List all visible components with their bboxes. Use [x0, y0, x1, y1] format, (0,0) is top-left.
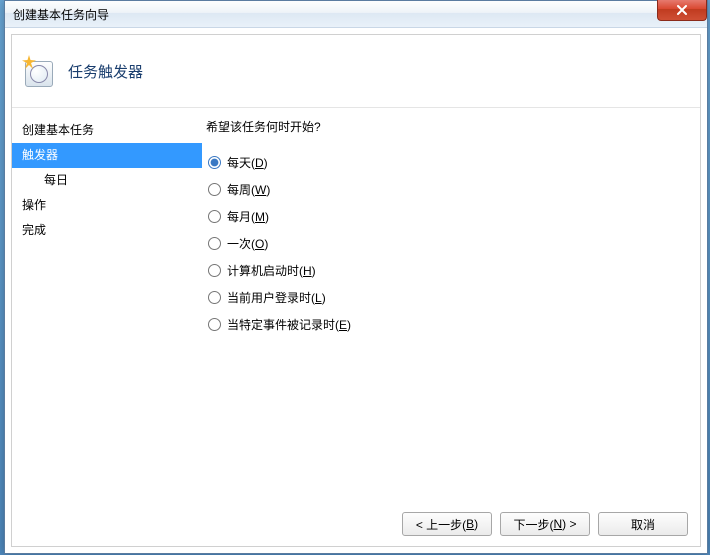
next-button-suffix: ) >: [562, 517, 576, 531]
window-title: 创建基本任务向导: [13, 6, 109, 23]
sidebar-item-0[interactable]: 创建基本任务: [12, 118, 202, 143]
trigger-option-o: 一次(O): [208, 230, 690, 257]
trigger-label[interactable]: 每月(M): [227, 208, 269, 225]
close-icon: [676, 5, 688, 15]
trigger-radio-m[interactable]: [208, 210, 221, 223]
wizard-body: 创建基本任务触发器每日操作完成 希望该任务何时开始? 每天(D) 每周(W) 每月(…: [12, 108, 700, 502]
trigger-label[interactable]: 一次(O): [227, 235, 268, 252]
trigger-label[interactable]: 每天(D): [227, 154, 268, 171]
trigger-options: 每天(D) 每周(W) 每月(M) 一次(O) 计算机启动时(H) 当前用户登录时(L) 当…: [206, 149, 690, 338]
trigger-option-e: 当特定事件被记录时(E): [208, 311, 690, 338]
trigger-radio-l[interactable]: [208, 291, 221, 304]
back-button[interactable]: < 上一步(B): [402, 512, 492, 536]
close-button[interactable]: [657, 0, 707, 21]
next-button[interactable]: 下一步(N) >: [500, 512, 590, 536]
trigger-label[interactable]: 当特定事件被记录时(E): [227, 316, 351, 333]
sidebar-item-1[interactable]: 触发器: [12, 143, 202, 168]
trigger-option-l: 当前用户登录时(L): [208, 284, 690, 311]
sidebar-item-label: 操作: [22, 198, 46, 212]
titlebar: 创建基本任务向导: [5, 1, 707, 28]
back-button-prefix: < 上一步(: [416, 516, 466, 533]
wizard-header: 任务触发器: [12, 35, 700, 108]
trigger-prompt: 希望该任务何时开始?: [206, 118, 690, 135]
scheduler-icon: [22, 55, 54, 87]
trigger-option-d: 每天(D): [208, 149, 690, 176]
wizard-window: 创建基本任务向导 任务触发器 创建基本任务触发器每日操作完成 希望该任务何时开始…: [4, 0, 708, 554]
sidebar-item-label: 创建基本任务: [22, 123, 94, 137]
trigger-radio-e[interactable]: [208, 318, 221, 331]
page-title: 任务触发器: [68, 61, 143, 82]
sidebar-item-4[interactable]: 完成: [12, 218, 202, 243]
trigger-option-m: 每月(M): [208, 203, 690, 230]
sidebar-item-2[interactable]: 每日: [12, 168, 202, 193]
trigger-radio-h[interactable]: [208, 264, 221, 277]
wizard-sidebar: 创建基本任务触发器每日操作完成: [12, 108, 202, 502]
next-button-accel: N: [553, 517, 562, 531]
trigger-radio-o[interactable]: [208, 237, 221, 250]
wizard-inner: 任务触发器 创建基本任务触发器每日操作完成 希望该任务何时开始? 每天(D) 每周…: [11, 34, 701, 547]
back-button-suffix: ): [474, 517, 478, 531]
sidebar-item-3[interactable]: 操作: [12, 193, 202, 218]
trigger-radio-w[interactable]: [208, 183, 221, 196]
trigger-label[interactable]: 每周(W): [227, 181, 270, 198]
sidebar-item-label: 触发器: [22, 148, 58, 162]
back-button-accel: B: [466, 517, 474, 531]
trigger-option-h: 计算机启动时(H): [208, 257, 690, 284]
trigger-label[interactable]: 当前用户登录时(L): [227, 289, 326, 306]
trigger-option-w: 每周(W): [208, 176, 690, 203]
sidebar-item-label: 每日: [44, 173, 68, 187]
next-button-prefix: 下一步(: [513, 516, 553, 533]
wizard-footer: < 上一步(B) 下一步(N) > 取消: [12, 502, 700, 546]
cancel-button[interactable]: 取消: [598, 512, 688, 536]
cancel-button-label: 取消: [631, 516, 655, 533]
trigger-radio-d[interactable]: [208, 156, 221, 169]
wizard-content: 希望该任务何时开始? 每天(D) 每周(W) 每月(M) 一次(O) 计算机启动时(H)…: [202, 108, 700, 502]
sidebar-item-label: 完成: [22, 223, 46, 237]
trigger-label[interactable]: 计算机启动时(H): [227, 262, 316, 279]
